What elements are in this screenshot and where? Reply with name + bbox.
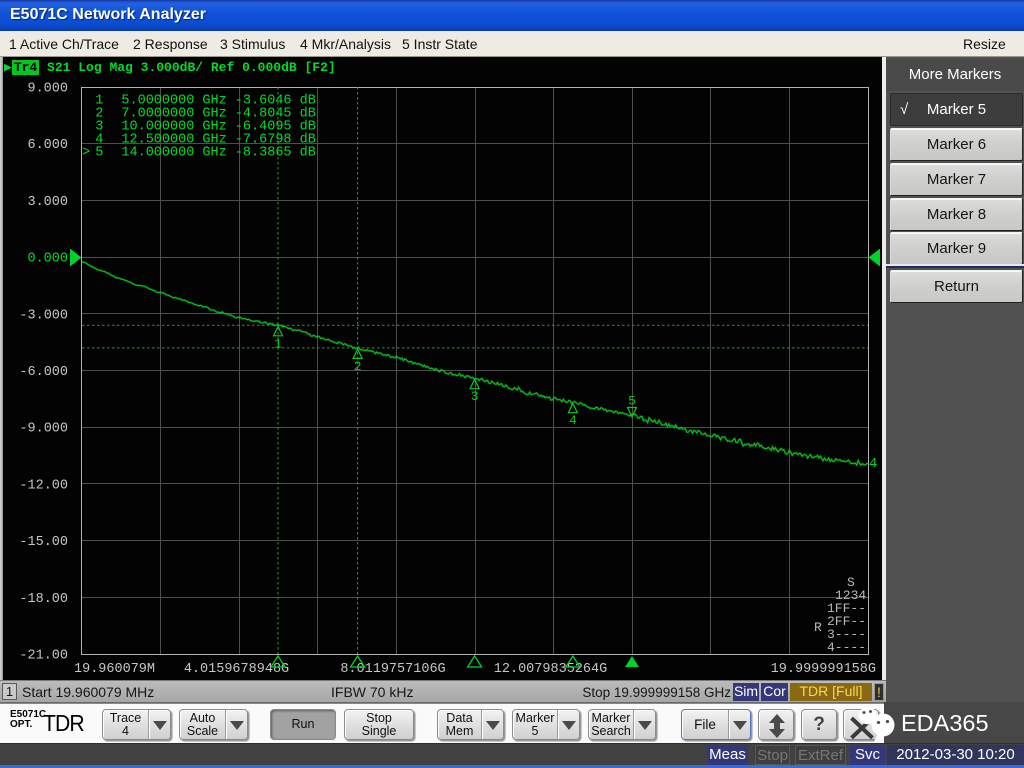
svg-text:-21.00: -21.00: [19, 649, 68, 664]
svg-text:14.000000 GHz -8.3865 dB: 14.000000 GHz -8.3865 dB: [121, 146, 315, 161]
svg-text:2: 2: [354, 359, 362, 374]
svg-text:-18.00: -18.00: [19, 592, 68, 607]
svg-text:0.000: 0.000: [27, 252, 68, 267]
svg-text:1: 1: [274, 336, 282, 351]
svg-text:>: >: [82, 146, 90, 161]
svg-text:-12.00: -12.00: [19, 478, 68, 493]
svg-text:-6.000: -6.000: [19, 365, 68, 380]
svg-text:5: 5: [628, 394, 636, 409]
svg-text:4: 4: [869, 456, 877, 472]
svg-text:8.0119757106G: 8.0119757106G: [340, 662, 445, 677]
svg-text:9.000: 9.000: [27, 82, 68, 97]
svg-text:-3.000: -3.000: [19, 308, 68, 323]
svg-text:19.960079M: 19.960079M: [74, 662, 155, 677]
svg-text:5: 5: [95, 146, 103, 161]
svg-text:4: 4: [569, 413, 577, 428]
svg-text:R: R: [814, 620, 822, 635]
svg-text:-9.000: -9.000: [19, 422, 68, 437]
svg-text:3: 3: [471, 389, 479, 404]
svg-text:12.0079835264G: 12.0079835264G: [494, 662, 607, 677]
svg-text:4----: 4----: [827, 640, 866, 655]
svg-text:6.000: 6.000: [27, 138, 68, 153]
svg-text:3.000: 3.000: [27, 195, 68, 210]
svg-text:19.999999158G: 19.999999158G: [771, 662, 876, 677]
svg-text:-15.00: -15.00: [19, 535, 68, 550]
